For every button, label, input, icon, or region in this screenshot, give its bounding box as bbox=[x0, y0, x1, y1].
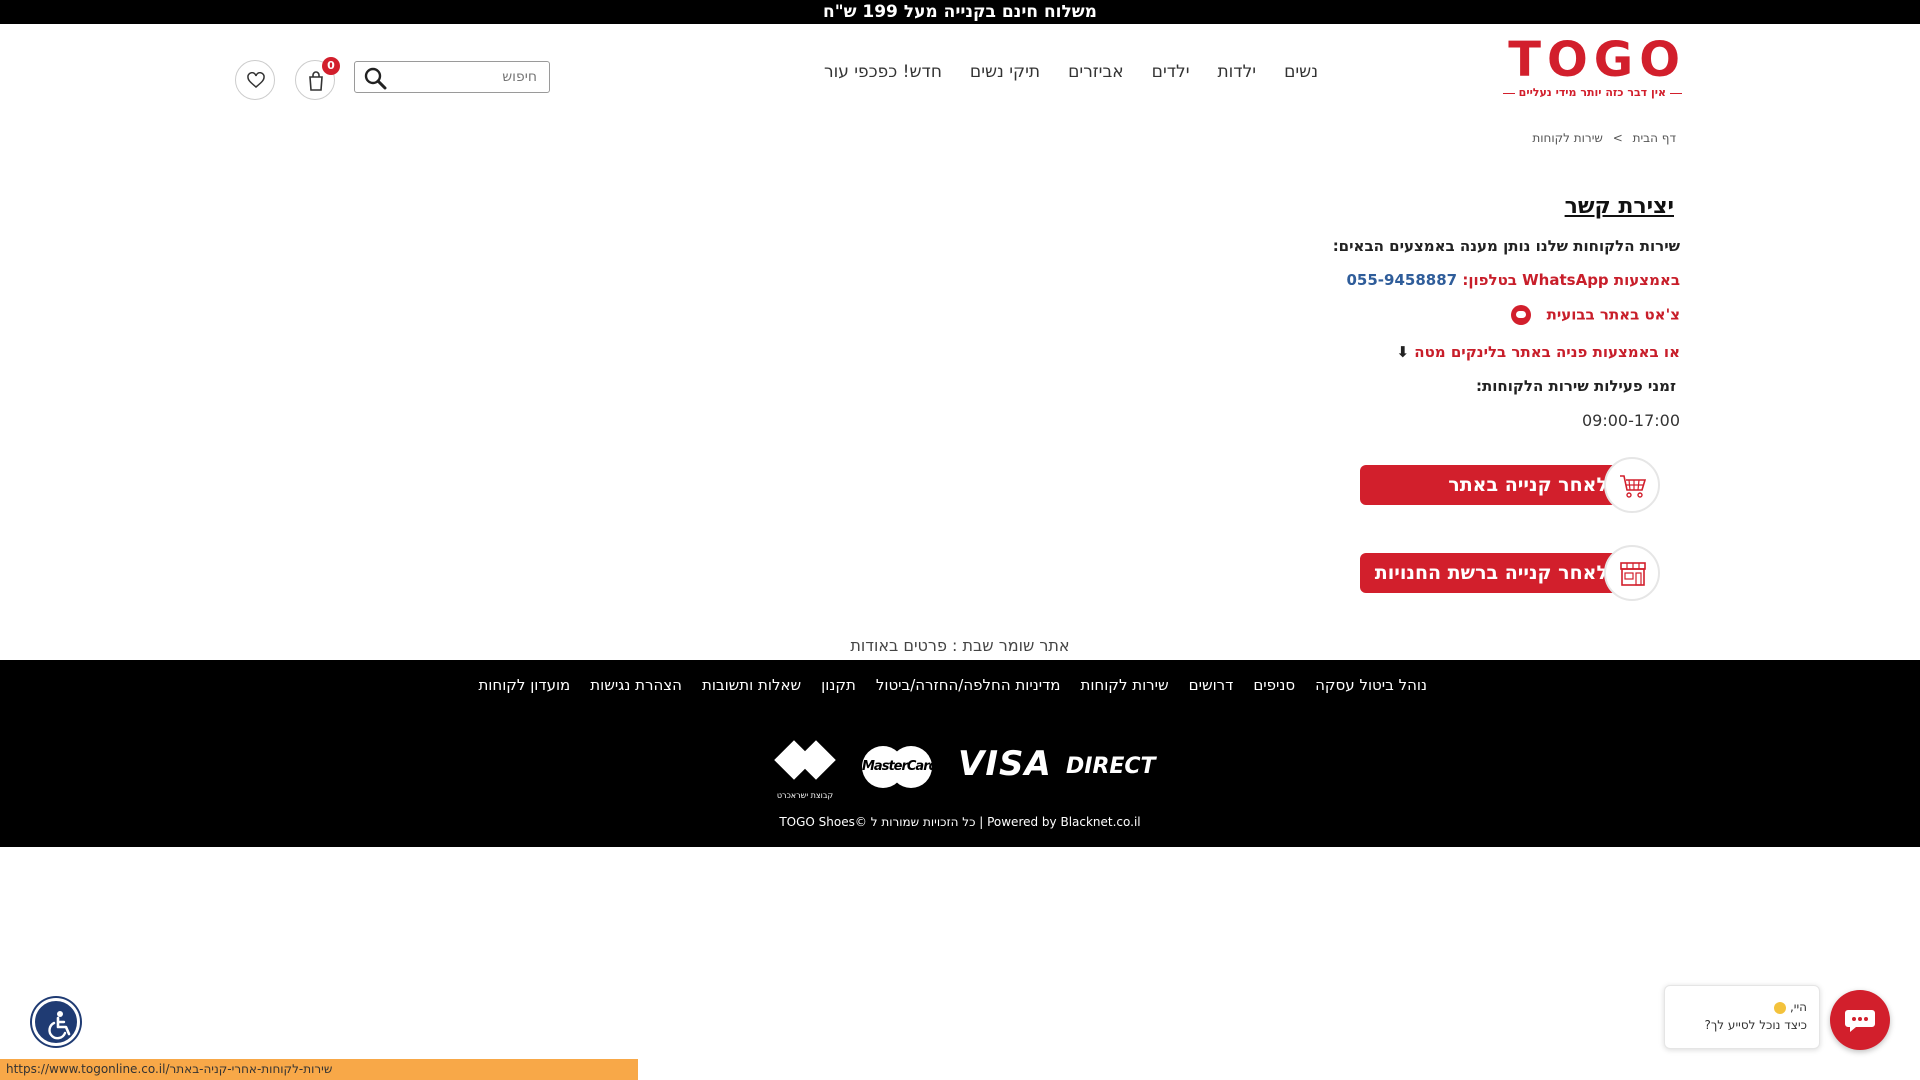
visa-logo: VISA bbox=[958, 744, 1052, 784]
promo-text: משלוח חינם בקנייה מעל 199 ש"ח bbox=[823, 2, 1097, 22]
payment-methods: קבוצת ישראכרט MasterCard VISA DIRECT bbox=[772, 740, 1156, 800]
links-line: או באמצעות פניה באתר בלינקים מטה ⬇ bbox=[1160, 343, 1680, 361]
chat-label: צ'אט באתר בבועית bbox=[1546, 305, 1680, 324]
arrow-down-icon: ⬇ bbox=[1396, 343, 1410, 361]
promo-bar: משלוח חינם בקנייה מעל 199 ש"ח bbox=[0, 0, 1920, 24]
nav-item-girls[interactable]: ילדות bbox=[1218, 62, 1257, 82]
cart-count-badge: 0 bbox=[322, 57, 340, 75]
links-label: או באמצעות פניה באתר בלינקים מטה bbox=[1414, 343, 1680, 361]
status-bar-url: https://www.togonline.co.il/שירות-לקוחות… bbox=[0, 1059, 638, 1080]
page-title: יצירת קשר bbox=[1564, 194, 1674, 219]
direct-logo: DIRECT bbox=[1066, 754, 1156, 779]
breadcrumb-separator: > bbox=[1612, 131, 1623, 145]
search-input[interactable] bbox=[397, 67, 537, 87]
whatsapp-phone-link[interactable]: 055-9458887 bbox=[1347, 271, 1458, 289]
main-nav: נשים ילדות ילדים אביזרים תיקי נשים חדש! … bbox=[824, 62, 1318, 82]
chat-question: כיצד נוכל לסייע לך? bbox=[1704, 1018, 1807, 1032]
chat-icon bbox=[1845, 1010, 1875, 1032]
search-box bbox=[354, 61, 550, 93]
accessibility-button[interactable] bbox=[32, 998, 80, 1046]
cta-store-circle bbox=[1604, 545, 1660, 601]
cta-online-label[interactable]: לאחר קנייה באתר bbox=[1360, 465, 1630, 505]
cart-icon bbox=[309, 71, 323, 91]
chat-greeting: היי bbox=[1793, 1000, 1807, 1014]
chat-bubble-icon[interactable] bbox=[1511, 305, 1532, 325]
logo-text: TOGO bbox=[1508, 32, 1686, 88]
breadcrumb: דף הבית > שירות לקוחות bbox=[1532, 131, 1676, 145]
cta-store-label[interactable]: לאחר קנייה ברשת החנויות bbox=[1360, 553, 1630, 593]
cta-online-circle bbox=[1604, 457, 1660, 513]
isracard-label: קבוצת ישראכרט bbox=[776, 791, 834, 800]
chat-greeting-bubble[interactable]: היי, כיצד נוכל לסייע לך? bbox=[1664, 985, 1820, 1049]
footer-link-faq[interactable]: שאלות ותשובות bbox=[702, 676, 801, 694]
site-footer: נוהל ביטול עסקה סניפים דרושים שירות לקוח… bbox=[0, 660, 1920, 847]
shabbat-notice[interactable]: אתר שומר שבת : פרטים באודות bbox=[0, 636, 1920, 655]
hours-value: 09:00-17:00 bbox=[1582, 411, 1680, 430]
isracard-logo: קבוצת ישראכרט bbox=[772, 740, 838, 800]
chat-greeting-line: היי, bbox=[1677, 1000, 1807, 1014]
footer-link-accessibility[interactable]: הצהרת נגישות bbox=[590, 676, 682, 694]
nav-item-bags[interactable]: תיקי נשים bbox=[970, 62, 1040, 82]
chat-launcher-button[interactable] bbox=[1830, 990, 1890, 1050]
copyright: TOGO Shoes© כל הזכויות שמורות ל | Powere… bbox=[779, 815, 1141, 829]
cart-button[interactable]: 0 bbox=[295, 57, 340, 100]
store-cta-icon bbox=[1620, 562, 1646, 586]
mastercard-logo: MasterCard bbox=[862, 746, 938, 788]
chat-line: צ'אט באתר בבועית bbox=[1160, 305, 1680, 325]
cart-cta-icon bbox=[1620, 475, 1647, 498]
whatsapp-label: באמצעות WhatsApp בטלפון: bbox=[1462, 271, 1680, 289]
wave-icon bbox=[1774, 1001, 1787, 1014]
wishlist-button[interactable] bbox=[235, 60, 275, 100]
cta-store-purchase[interactable]: לאחר קנייה ברשת החנויות bbox=[1360, 545, 1660, 601]
logo-tagline: אין דבר כזה יותר מידי נעליים bbox=[1510, 86, 1686, 99]
footer-link-return-policy[interactable]: מדיניות החלפה/החזרה/ביטול bbox=[876, 676, 1061, 694]
breadcrumb-home[interactable]: דף הבית bbox=[1633, 131, 1676, 145]
nav-item-accessories[interactable]: אביזרים bbox=[1068, 62, 1124, 82]
footer-link-jobs[interactable]: דרושים bbox=[1189, 676, 1234, 694]
footer-links: נוהל ביטול עסקה סניפים דרושים שירות לקוח… bbox=[478, 676, 1427, 694]
mastercard-label: MasterCard bbox=[862, 759, 938, 774]
cta-online-purchase[interactable]: לאחר קנייה באתר bbox=[1360, 457, 1660, 513]
hours-title: זמני פעילות שירות הלקוחות: bbox=[1476, 377, 1676, 395]
heart-icon bbox=[247, 72, 265, 88]
nav-item-women[interactable]: נשים bbox=[1284, 62, 1318, 82]
whatsapp-line: באמצעות WhatsApp בטלפון: 055-9458887 bbox=[1160, 271, 1681, 289]
logo[interactable]: TOGO אין דבר כזה יותר מידי נעליים bbox=[1508, 32, 1686, 100]
search-icon[interactable] bbox=[363, 66, 387, 90]
nav-item-leather-slippers[interactable]: חדש! כפכפי עור bbox=[824, 62, 942, 82]
nav-item-boys[interactable]: ילדים bbox=[1152, 62, 1190, 82]
site-header: TOGO אין דבר כזה יותר מידי נעליים נשים י… bbox=[0, 24, 1920, 114]
footer-link-terms[interactable]: תקנון bbox=[821, 676, 856, 694]
contact-section: יצירת קשר שירות הלקוחות שלנו נותן מענה ב… bbox=[1160, 194, 1680, 430]
footer-link-club[interactable]: מועדון לקוחות bbox=[478, 676, 570, 694]
accessibility-icon bbox=[48, 1011, 71, 1040]
breadcrumb-current: שירות לקוחות bbox=[1532, 131, 1603, 145]
contact-intro: שירות הלקוחות שלנו נותן מענה באמצעים הבא… bbox=[1332, 237, 1680, 255]
footer-link-branches[interactable]: סניפים bbox=[1253, 676, 1295, 694]
footer-link-customer-service[interactable]: שירות לקוחות bbox=[1080, 676, 1168, 694]
footer-link-cancellation[interactable]: נוהל ביטול עסקה bbox=[1315, 676, 1427, 694]
